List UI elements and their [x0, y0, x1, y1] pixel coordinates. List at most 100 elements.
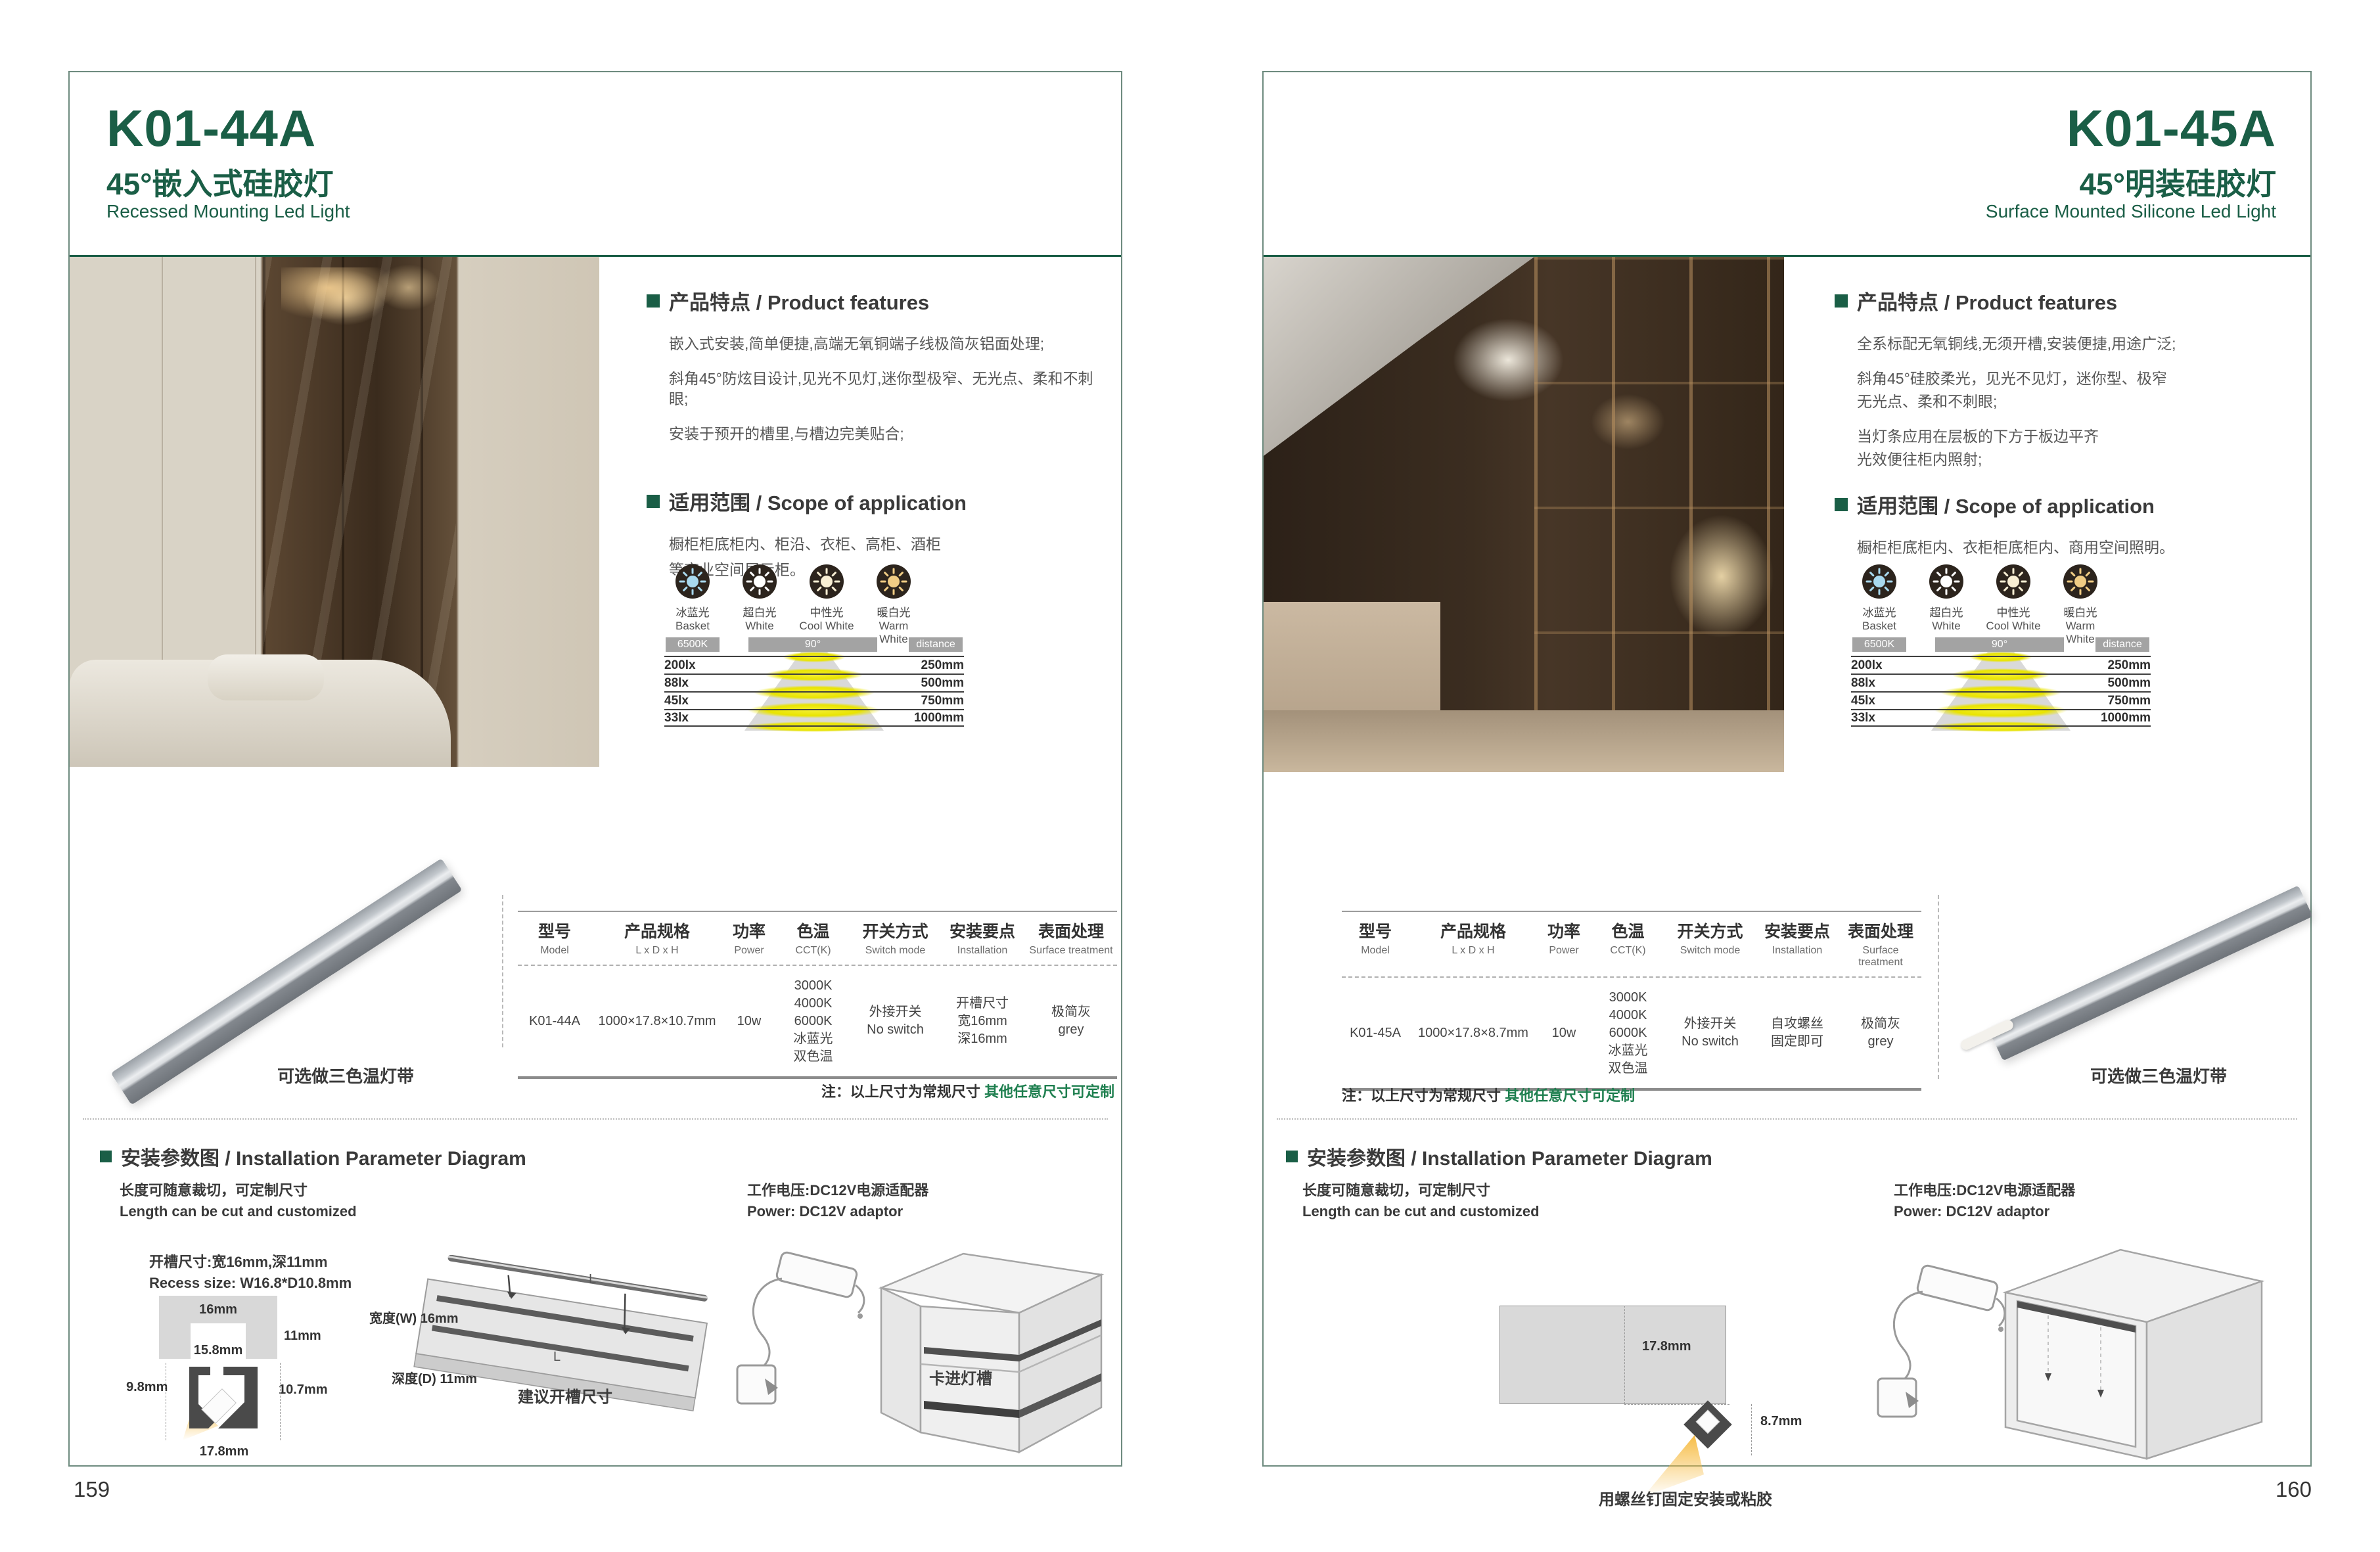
power-note-cn: 工作电压:DC12V电源适配器 [747, 1179, 928, 1200]
icon-label-cn: 冰蓝光 [664, 603, 721, 620]
icon-label-en: White [1918, 620, 1975, 633]
recess-size-cn: 开槽尺寸:宽16mm,深11mm [149, 1250, 327, 1271]
install-heading-text: 安装参数图 / Installation Parameter Diagram [1307, 1142, 1712, 1171]
section-divider [1277, 1118, 2297, 1120]
note-custom: 其他任意尺寸可定制 [984, 1084, 1114, 1100]
page-number-right: 160 [2254, 1477, 2312, 1502]
icon-label-cn: 中性光 [798, 603, 855, 620]
page-subtitle-cn: 45°嵌入式硅胶灯 [106, 160, 334, 204]
power-note-en: Power: DC12V adaptor [1894, 1203, 2049, 1220]
scope-heading-text: 适用范围 / Scope of application [669, 486, 967, 516]
sun-icon [876, 564, 911, 599]
feature-line: 全系标配无氧铜线,无须开槽,安装便捷,用途广泛; [1857, 334, 2268, 354]
cell-install: 自攻螺丝 固定即可 [1754, 1015, 1840, 1051]
product-photo [1264, 257, 1784, 772]
feature-line: 安装于预开的槽里,与槽边完美贴合; [669, 424, 1107, 444]
icon-label-cn: 超白光 [731, 603, 788, 620]
col-en: Model [518, 945, 591, 957]
light-color-icons: 冰蓝光 Basket 超白光 Whi [1851, 564, 2109, 646]
spec-table-row: K01-45A 1000×17.8×8.7mm 10w 3000K 4000K … [1342, 978, 1921, 1088]
surface-line: grey [1840, 1033, 1921, 1051]
feature-line: 斜角45°硅胶柔光，见光不见灯，迷你型、极窄 [1857, 369, 2268, 389]
page-title: K01-44A [106, 99, 316, 158]
note-prefix: 注：以上尺寸为常规尺寸 [1342, 1087, 1505, 1104]
features-section: 产品特点 / Product features 嵌入式安装,简单便捷,高端无氧铜… [647, 286, 1107, 595]
dim-16mm: 16mm [172, 1302, 264, 1317]
col-en: Switch mode [851, 945, 940, 957]
col-en: CCT(K) [775, 945, 851, 957]
cell-model: K01-45A [1342, 1024, 1409, 1042]
install-line: 深16mm [940, 1030, 1025, 1048]
distance-value: 750mm [921, 694, 965, 708]
cell-install: 开槽尺寸 宽16mm 深16mm [940, 995, 1025, 1048]
section-bullet [1286, 1151, 1298, 1162]
photo-decor [1264, 602, 1440, 715]
col-cn: 型号 [1342, 919, 1409, 942]
cut-note-en: Length can be cut and customized [1302, 1203, 1540, 1220]
distance-value: 1000mm [914, 711, 964, 725]
lux-value: 33lx [1851, 711, 1875, 725]
product-photo [70, 257, 599, 767]
light-color-ice-blue: 冰蓝光 Basket [664, 564, 721, 646]
col-en: Model [1342, 945, 1409, 957]
col-model: 型号 Model [518, 919, 591, 957]
sun-icon [742, 564, 777, 599]
col-cn: 功率 [723, 919, 775, 942]
switch-line: No switch [1666, 1033, 1754, 1051]
dim-17-8mm: 17.8mm [1642, 1339, 1691, 1354]
lux-value: 45lx [664, 694, 689, 708]
section-bullet [647, 294, 660, 308]
guide-line [1624, 1306, 1625, 1404]
col-install: 安装要点Installation [1754, 919, 1840, 969]
cell-power: 10w [723, 1013, 775, 1030]
col-en: Surface treatment [1840, 945, 1921, 969]
feature-line: 嵌入式安装,简单便捷,高端无氧铜端子线极简灰铝面处理; [669, 334, 1107, 354]
distance-value: 250mm [921, 658, 965, 673]
distance-value: 1000mm [2101, 711, 2151, 725]
cabinet-diagram [1992, 1230, 2275, 1460]
spec-table-header: 型号Model 产品规格L x D x H 功率Power 色温CCT(K) 开… [1342, 912, 1921, 978]
col-en: Surface treatment [1025, 945, 1117, 957]
cell-power: 10w [1538, 1024, 1590, 1042]
distance-value: 500mm [2108, 676, 2151, 691]
col-cn: 产品规格 [1409, 919, 1538, 942]
section-bullet [100, 1151, 112, 1162]
col-size: 产品规格L x D x H [1409, 919, 1538, 969]
col-size: 产品规格 L x D x H [591, 919, 723, 957]
col-cn: 产品规格 [591, 919, 723, 942]
cabinet-slot-label: 卡进灯槽 [929, 1365, 992, 1388]
cell-switch: 外接开关 No switch [851, 1003, 940, 1039]
switch-line: No switch [851, 1021, 940, 1039]
col-en: L x D x H [591, 945, 723, 957]
cct-option: 3000K [1590, 989, 1666, 1007]
section-bullet [647, 495, 660, 508]
install-line: 固定即可 [1754, 1033, 1840, 1051]
lux-value: 200lx [664, 658, 696, 673]
dim-8-7mm: 8.7mm [1760, 1414, 1802, 1429]
groove-board-diagram [398, 1255, 727, 1459]
dim-9-8mm: 9.8mm [126, 1380, 168, 1395]
section-divider [83, 1118, 1108, 1120]
col-cn: 安装要点 [1754, 919, 1840, 942]
cct-option: 6000K [1590, 1024, 1666, 1042]
photo-decor [1264, 257, 1534, 473]
features-section: 产品特点 / Product features 全系标配无氧铜线,无须开槽,安装… [1835, 286, 2268, 572]
feature-line: 斜角45°防炫目设计,见光不见灯,迷你型极窄、无光点、柔和不刺眼; [669, 369, 1107, 409]
features-heading: 产品特点 / Product features [647, 286, 1107, 315]
guide-line [280, 1363, 281, 1440]
features-heading-text: 产品特点 / Product features [1857, 286, 2117, 315]
col-cn: 色温 [1590, 919, 1666, 942]
col-cn: 型号 [518, 919, 591, 942]
icon-label-cn: 超白光 [1918, 603, 1975, 620]
cct-option: 双色温 [1590, 1060, 1666, 1078]
cct-option: 冰蓝光 [1590, 1042, 1666, 1060]
cell-size: 1000×17.8×10.7mm [591, 1013, 723, 1030]
icon-label-en: Cool White [1985, 620, 2042, 633]
page-title: K01-45A [2067, 99, 2276, 158]
install-heading-text: 安装参数图 / Installation Parameter Diagram [121, 1142, 526, 1171]
icon-label-cn: 中性光 [1985, 603, 2042, 620]
col-en: CCT(K) [1590, 945, 1666, 957]
col-cn: 开关方式 [1666, 919, 1754, 942]
photo-decor [1534, 257, 1784, 710]
features-heading: 产品特点 / Product features [1835, 286, 2268, 315]
